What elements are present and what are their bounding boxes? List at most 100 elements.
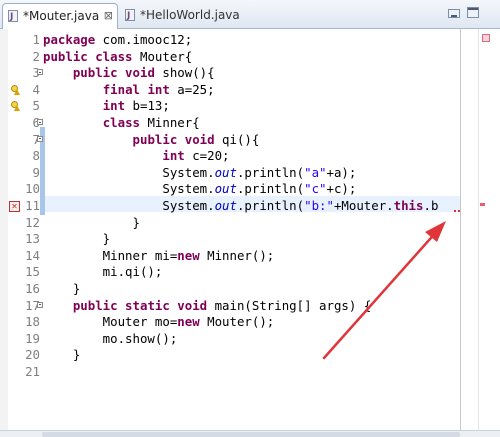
code-line[interactable]: 8 int c=20;: [0, 148, 500, 164]
code-line[interactable]: 18 Mouter mo=new Mouter();: [0, 314, 500, 330]
string-token: "b:": [304, 198, 334, 213]
keyword-token: public static void: [72, 297, 208, 313]
line-number: 9: [32, 164, 40, 180]
tab-mouter-java[interactable]: *Mouter.java ⊠: [2, 3, 118, 29]
code-token: +a);: [326, 164, 357, 180]
code-text: System.out.println("c"+c);: [43, 181, 356, 197]
line-number: 16: [25, 281, 40, 296]
code-line[interactable]: 5 int b=13;: [0, 98, 500, 114]
code-line[interactable]: 17 public static void main(String[] args…: [0, 298, 500, 314]
code-line[interactable]: 7 public void qi(){: [0, 132, 500, 148]
code-line[interactable]: ✕ 11 System.out.println("b:"+Mouter.this.…: [0, 198, 500, 214]
line-number: 20: [25, 347, 40, 363]
code-token: Minner{: [140, 115, 200, 130]
line-number: 8: [32, 148, 40, 164]
code-text: public void show(){: [43, 65, 215, 81]
code-token: .b: [423, 198, 439, 213]
code-text: class Minner{: [43, 115, 200, 131]
code-token: mo.show();: [43, 330, 178, 346]
editor-tab-bar: *Mouter.java ⊠ *HelloWorld.java: [0, 0, 500, 29]
code-token: a=25;: [169, 81, 215, 97]
code-text: }: [43, 347, 80, 363]
keyword-token: public class: [43, 48, 133, 64]
keyword-token: int: [162, 148, 185, 164]
code-text: }: [43, 231, 110, 247]
maximize-icon[interactable]: [467, 7, 479, 18]
keyword-token: new: [177, 247, 200, 263]
code-line[interactable]: 2 public class Mouter{: [0, 49, 500, 65]
code-line[interactable]: 4 final int a=25;: [0, 82, 500, 98]
java-file-icon: [125, 4, 135, 28]
code-line[interactable]: 20 }: [0, 347, 500, 363]
static-field-token: out: [214, 198, 237, 213]
code-token: qi(){: [214, 131, 260, 147]
error-squiggle: [454, 207, 460, 212]
code-text: public static void main(String[] args) {: [43, 298, 371, 314]
line-number: 5: [32, 98, 40, 114]
code-line[interactable]: 16 }: [0, 281, 500, 297]
code-token: +c);: [326, 181, 357, 197]
code-text: final int a=25;: [43, 82, 215, 98]
code-line[interactable]: 21: [0, 364, 500, 380]
code-text: mi.qi();: [43, 264, 163, 280]
code-line[interactable]: 1 package com.imooc12;: [0, 32, 500, 48]
code-line[interactable]: 19 mo.show();: [0, 331, 500, 347]
code-text: }: [43, 215, 140, 231]
code-text: package com.imooc12;: [43, 32, 192, 48]
code-token: c=20;: [184, 148, 230, 164]
line-number: 18: [25, 314, 40, 330]
scrollbar-thumb[interactable]: [42, 432, 460, 437]
code-token: Mouter{: [132, 48, 193, 64]
code-text: int b=13;: [43, 98, 170, 114]
horizontal-scrollbar[interactable]: [0, 430, 500, 437]
code-token: System.: [43, 164, 215, 180]
code-line[interactable]: 12 }: [0, 215, 500, 231]
code-line[interactable]: 14 Minner mi=new Minner();: [0, 248, 500, 264]
code-text: mo.show();: [43, 330, 178, 347]
keyword-token: this: [393, 198, 424, 213]
code-token: .println(: [236, 198, 305, 213]
static-field-token: out: [214, 164, 237, 180]
string-token: "c": [304, 181, 327, 197]
code-text: System.out.println("b:"+Mouter.this.b: [43, 198, 438, 214]
code-token: main(String[] args) {: [207, 297, 372, 313]
tab-helloworld-java[interactable]: *HelloWorld.java: [120, 3, 248, 29]
code-text: }: [43, 281, 80, 297]
code-line[interactable]: 10 System.out.println("c"+c);: [0, 181, 500, 197]
code-token: }: [43, 214, 140, 230]
keyword-token: class: [102, 115, 140, 130]
line-number: 4: [32, 81, 40, 97]
code-line[interactable]: 6 class Minner{: [0, 115, 500, 131]
string-token: "a": [304, 164, 327, 180]
code-token: Minner mi=: [43, 247, 178, 263]
keyword-token: public void: [132, 131, 215, 147]
tab-helloworld-label: *HelloWorld.java: [140, 8, 240, 22]
line-number: 13: [25, 231, 40, 247]
code-token: System.: [43, 181, 215, 197]
minimize-icon[interactable]: [448, 9, 460, 18]
code-line[interactable]: 13 }: [0, 231, 500, 247]
code-text: int c=20;: [43, 148, 230, 164]
line-number: 2: [32, 48, 40, 64]
code-token: }: [43, 281, 81, 296]
close-tab-icon[interactable]: ⊠: [104, 4, 113, 28]
code-line[interactable]: 15 mi.qi();: [0, 264, 500, 280]
code-token: +Mouter.: [333, 198, 394, 213]
code-line[interactable]: 3 public void show(){: [0, 65, 500, 81]
code-token: .println(: [236, 164, 305, 180]
code-token: Mouter mo=: [43, 314, 178, 330]
line-number: 11: [25, 198, 40, 213]
code-text: Mouter mo=new Mouter();: [43, 314, 275, 330]
line-number: 14: [25, 247, 40, 263]
code-token: mi.qi();: [43, 264, 163, 280]
keyword-token: new: [177, 314, 200, 330]
code-token: Mouter();: [199, 314, 275, 330]
code-line[interactable]: 9 System.out.println("a"+a);: [0, 165, 500, 181]
code-token: }: [43, 347, 81, 363]
line-number: 1: [32, 32, 40, 47]
keyword-token: int: [102, 98, 126, 114]
